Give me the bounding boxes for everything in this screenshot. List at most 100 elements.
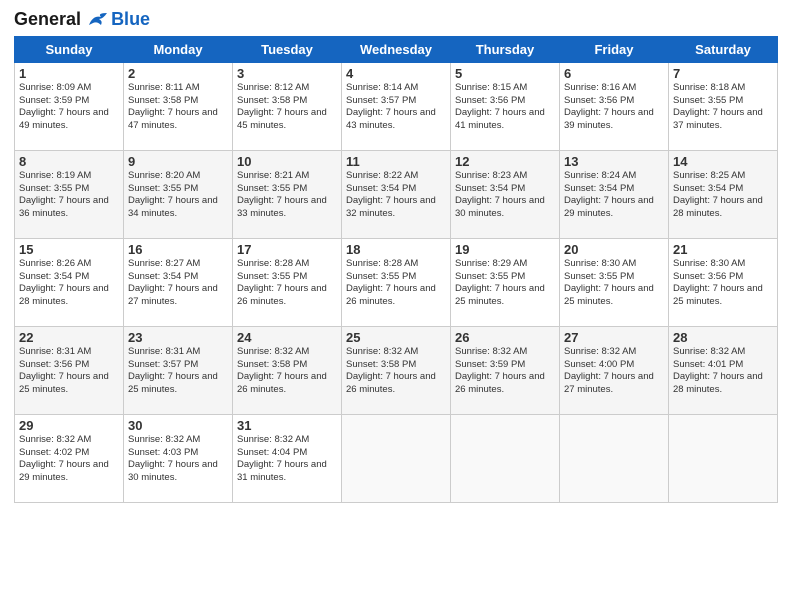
- cell-text: Sunrise: 8:15 AMSunset: 3:56 PMDaylight:…: [455, 82, 545, 131]
- day-number: 5: [455, 66, 555, 81]
- day-number: 26: [455, 330, 555, 345]
- cell-text: Sunrise: 8:25 AMSunset: 3:54 PMDaylight:…: [673, 170, 763, 219]
- table-row: 18Sunrise: 8:28 AMSunset: 3:55 PMDayligh…: [342, 238, 451, 326]
- cell-text: Sunrise: 8:18 AMSunset: 3:55 PMDaylight:…: [673, 82, 763, 131]
- table-row: [560, 414, 669, 502]
- table-row: 3Sunrise: 8:12 AMSunset: 3:58 PMDaylight…: [233, 62, 342, 150]
- day-number: 18: [346, 242, 446, 257]
- day-number: 28: [673, 330, 773, 345]
- day-number: 7: [673, 66, 773, 81]
- table-row: 22Sunrise: 8:31 AMSunset: 3:56 PMDayligh…: [15, 326, 124, 414]
- table-row: 19Sunrise: 8:29 AMSunset: 3:55 PMDayligh…: [451, 238, 560, 326]
- table-row: 15Sunrise: 8:26 AMSunset: 3:54 PMDayligh…: [15, 238, 124, 326]
- table-row: 2Sunrise: 8:11 AMSunset: 3:58 PMDaylight…: [124, 62, 233, 150]
- day-number: 21: [673, 242, 773, 257]
- logo-blue: Blue: [111, 10, 150, 30]
- day-number: 15: [19, 242, 119, 257]
- cell-text: Sunrise: 8:21 AMSunset: 3:55 PMDaylight:…: [237, 170, 327, 219]
- day-number: 27: [564, 330, 664, 345]
- day-number: 4: [346, 66, 446, 81]
- cell-text: Sunrise: 8:12 AMSunset: 3:58 PMDaylight:…: [237, 82, 327, 131]
- day-number: 6: [564, 66, 664, 81]
- cell-text: Sunrise: 8:32 AMSunset: 4:03 PMDaylight:…: [128, 434, 218, 483]
- logo-bird-icon: [87, 11, 109, 29]
- cell-text: Sunrise: 8:31 AMSunset: 3:57 PMDaylight:…: [128, 346, 218, 395]
- page-container: General Blue SundayMondayTuesdayWednesda…: [0, 0, 792, 513]
- cell-text: Sunrise: 8:32 AMSunset: 4:02 PMDaylight:…: [19, 434, 109, 483]
- day-number: 12: [455, 154, 555, 169]
- table-row: 13Sunrise: 8:24 AMSunset: 3:54 PMDayligh…: [560, 150, 669, 238]
- cell-text: Sunrise: 8:30 AMSunset: 3:56 PMDaylight:…: [673, 258, 763, 307]
- cell-text: Sunrise: 8:24 AMSunset: 3:54 PMDaylight:…: [564, 170, 654, 219]
- cell-text: Sunrise: 8:30 AMSunset: 3:55 PMDaylight:…: [564, 258, 654, 307]
- table-row: 29Sunrise: 8:32 AMSunset: 4:02 PMDayligh…: [15, 414, 124, 502]
- day-number: 10: [237, 154, 337, 169]
- cell-text: Sunrise: 8:11 AMSunset: 3:58 PMDaylight:…: [128, 82, 218, 131]
- day-number: 14: [673, 154, 773, 169]
- cell-text: Sunrise: 8:32 AMSunset: 3:58 PMDaylight:…: [346, 346, 436, 395]
- cell-text: Sunrise: 8:22 AMSunset: 3:54 PMDaylight:…: [346, 170, 436, 219]
- col-header-sunday: Sunday: [15, 36, 124, 62]
- cell-text: Sunrise: 8:23 AMSunset: 3:54 PMDaylight:…: [455, 170, 545, 219]
- cell-text: Sunrise: 8:32 AMSunset: 3:59 PMDaylight:…: [455, 346, 545, 395]
- table-row: 25Sunrise: 8:32 AMSunset: 3:58 PMDayligh…: [342, 326, 451, 414]
- col-header-saturday: Saturday: [669, 36, 778, 62]
- table-row: 9Sunrise: 8:20 AMSunset: 3:55 PMDaylight…: [124, 150, 233, 238]
- cell-text: Sunrise: 8:28 AMSunset: 3:55 PMDaylight:…: [237, 258, 327, 307]
- table-row: 30Sunrise: 8:32 AMSunset: 4:03 PMDayligh…: [124, 414, 233, 502]
- table-row: 26Sunrise: 8:32 AMSunset: 3:59 PMDayligh…: [451, 326, 560, 414]
- day-number: 13: [564, 154, 664, 169]
- day-number: 30: [128, 418, 228, 433]
- cell-text: Sunrise: 8:32 AMSunset: 4:01 PMDaylight:…: [673, 346, 763, 395]
- day-number: 3: [237, 66, 337, 81]
- day-number: 2: [128, 66, 228, 81]
- table-row: 17Sunrise: 8:28 AMSunset: 3:55 PMDayligh…: [233, 238, 342, 326]
- table-row: [669, 414, 778, 502]
- table-row: 14Sunrise: 8:25 AMSunset: 3:54 PMDayligh…: [669, 150, 778, 238]
- cell-text: Sunrise: 8:32 AMSunset: 4:04 PMDaylight:…: [237, 434, 327, 483]
- table-row: 7Sunrise: 8:18 AMSunset: 3:55 PMDaylight…: [669, 62, 778, 150]
- col-header-thursday: Thursday: [451, 36, 560, 62]
- table-row: 8Sunrise: 8:19 AMSunset: 3:55 PMDaylight…: [15, 150, 124, 238]
- table-row: 16Sunrise: 8:27 AMSunset: 3:54 PMDayligh…: [124, 238, 233, 326]
- table-row: 4Sunrise: 8:14 AMSunset: 3:57 PMDaylight…: [342, 62, 451, 150]
- day-number: 8: [19, 154, 119, 169]
- day-number: 22: [19, 330, 119, 345]
- table-row: [451, 414, 560, 502]
- table-row: 23Sunrise: 8:31 AMSunset: 3:57 PMDayligh…: [124, 326, 233, 414]
- day-number: 25: [346, 330, 446, 345]
- day-number: 20: [564, 242, 664, 257]
- day-number: 17: [237, 242, 337, 257]
- table-row: 10Sunrise: 8:21 AMSunset: 3:55 PMDayligh…: [233, 150, 342, 238]
- day-number: 11: [346, 154, 446, 169]
- cell-text: Sunrise: 8:09 AMSunset: 3:59 PMDaylight:…: [19, 82, 109, 131]
- cell-text: Sunrise: 8:19 AMSunset: 3:55 PMDaylight:…: [19, 170, 109, 219]
- table-row: [342, 414, 451, 502]
- cell-text: Sunrise: 8:28 AMSunset: 3:55 PMDaylight:…: [346, 258, 436, 307]
- day-number: 1: [19, 66, 119, 81]
- cell-text: Sunrise: 8:32 AMSunset: 4:00 PMDaylight:…: [564, 346, 654, 395]
- col-header-tuesday: Tuesday: [233, 36, 342, 62]
- calendar-table: SundayMondayTuesdayWednesdayThursdayFrid…: [14, 36, 778, 503]
- header: General Blue: [14, 10, 778, 30]
- col-header-monday: Monday: [124, 36, 233, 62]
- cell-text: Sunrise: 8:26 AMSunset: 3:54 PMDaylight:…: [19, 258, 109, 307]
- logo-general: General: [14, 9, 81, 29]
- day-number: 16: [128, 242, 228, 257]
- day-number: 29: [19, 418, 119, 433]
- cell-text: Sunrise: 8:32 AMSunset: 3:58 PMDaylight:…: [237, 346, 327, 395]
- cell-text: Sunrise: 8:16 AMSunset: 3:56 PMDaylight:…: [564, 82, 654, 131]
- table-row: 21Sunrise: 8:30 AMSunset: 3:56 PMDayligh…: [669, 238, 778, 326]
- table-row: 27Sunrise: 8:32 AMSunset: 4:00 PMDayligh…: [560, 326, 669, 414]
- table-row: 20Sunrise: 8:30 AMSunset: 3:55 PMDayligh…: [560, 238, 669, 326]
- day-number: 24: [237, 330, 337, 345]
- table-row: 28Sunrise: 8:32 AMSunset: 4:01 PMDayligh…: [669, 326, 778, 414]
- table-row: 24Sunrise: 8:32 AMSunset: 3:58 PMDayligh…: [233, 326, 342, 414]
- cell-text: Sunrise: 8:27 AMSunset: 3:54 PMDaylight:…: [128, 258, 218, 307]
- col-header-wednesday: Wednesday: [342, 36, 451, 62]
- day-number: 31: [237, 418, 337, 433]
- table-row: 1Sunrise: 8:09 AMSunset: 3:59 PMDaylight…: [15, 62, 124, 150]
- day-number: 9: [128, 154, 228, 169]
- table-row: 5Sunrise: 8:15 AMSunset: 3:56 PMDaylight…: [451, 62, 560, 150]
- table-row: 11Sunrise: 8:22 AMSunset: 3:54 PMDayligh…: [342, 150, 451, 238]
